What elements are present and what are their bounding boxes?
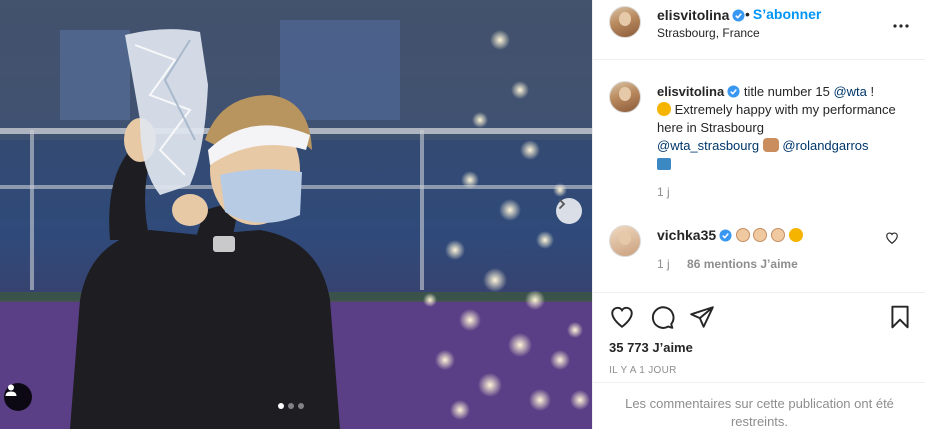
more-options-icon[interactable] bbox=[889, 14, 913, 38]
caption-text-part: ! bbox=[870, 84, 875, 99]
flexed-biceps-emoji-icon bbox=[762, 138, 779, 152]
next-image-button[interactable] bbox=[556, 198, 582, 224]
comments-section: elisvitolina title number 15 @wta ! Extr… bbox=[593, 61, 925, 293]
face-blowing-kiss-emoji-icon bbox=[788, 228, 803, 242]
verified-badge-icon bbox=[732, 9, 745, 22]
post-header: elisvitolina • S’abonner Strasbourg, Fran… bbox=[593, 0, 925, 60]
carousel-dot bbox=[298, 403, 304, 409]
caption-author-avatar[interactable] bbox=[609, 81, 641, 113]
bookmark-icon[interactable] bbox=[887, 304, 913, 330]
heart-icon[interactable] bbox=[609, 304, 635, 330]
clapping-hands-emoji-icon bbox=[735, 228, 750, 242]
post-location[interactable]: Strasbourg, France bbox=[657, 26, 760, 40]
comments-restricted-notice: Les commentaires sur cette publication o… bbox=[593, 382, 925, 429]
comment-meta: 1 j 86 mentions J’aime bbox=[657, 257, 812, 271]
post-side-panel: elisvitolina • S’abonner Strasbourg, Fran… bbox=[592, 0, 925, 429]
carousel-indicator bbox=[278, 403, 304, 409]
comment-text: vichka35 bbox=[657, 227, 803, 243]
fast-forward-emoji-icon bbox=[657, 158, 671, 170]
comment-likes[interactable]: 86 mentions J’aime bbox=[687, 257, 798, 271]
tongue-face-emoji-icon bbox=[657, 102, 671, 116]
follow-button[interactable]: • S’abonner bbox=[745, 6, 821, 22]
tagged-users-button[interactable] bbox=[4, 383, 32, 411]
comment-icon[interactable] bbox=[649, 304, 675, 330]
commenter-avatar[interactable] bbox=[609, 225, 641, 257]
mention-rolandgarros[interactable]: @rolandgarros bbox=[782, 138, 868, 153]
caption-time[interactable]: 1 j bbox=[657, 185, 670, 199]
comment-time[interactable]: 1 j bbox=[657, 257, 670, 271]
author-username[interactable]: elisvitolina bbox=[657, 7, 745, 23]
likes-count[interactable]: 35 773 J’aime bbox=[609, 340, 693, 355]
post-date[interactable]: IL Y A 1 JOUR bbox=[609, 365, 677, 376]
post-actions bbox=[593, 300, 925, 336]
caption-username[interactable]: elisvitolina bbox=[657, 84, 740, 99]
user-tag-icon bbox=[5, 384, 17, 396]
verified-badge-icon bbox=[719, 229, 732, 242]
verified-badge-icon bbox=[727, 85, 740, 98]
post-photo[interactable] bbox=[0, 0, 592, 429]
chevron-right-icon bbox=[559, 199, 566, 209]
caption-text-part: Extremely happy with my performance here… bbox=[657, 102, 896, 135]
clapping-hands-emoji-icon bbox=[771, 228, 786, 242]
commenter-username[interactable]: vichka35 bbox=[657, 227, 732, 243]
mention-wta[interactable]: @wta bbox=[833, 84, 866, 99]
mention-wta-strasbourg[interactable]: @wta_strasbourg bbox=[657, 138, 759, 153]
separator-dot: • bbox=[745, 6, 750, 22]
carousel-dot bbox=[288, 403, 294, 409]
caption-text-part: title number 15 bbox=[743, 84, 830, 99]
carousel-dot-active bbox=[278, 403, 284, 409]
like-comment-heart-icon[interactable] bbox=[885, 231, 899, 245]
author-avatar[interactable] bbox=[609, 6, 641, 38]
clapping-hands-emoji-icon bbox=[753, 228, 768, 242]
share-icon[interactable] bbox=[689, 304, 715, 330]
tennis-trophy-photo bbox=[0, 0, 592, 429]
caption-text: elisvitolina title number 15 @wta ! Extr… bbox=[657, 83, 907, 173]
